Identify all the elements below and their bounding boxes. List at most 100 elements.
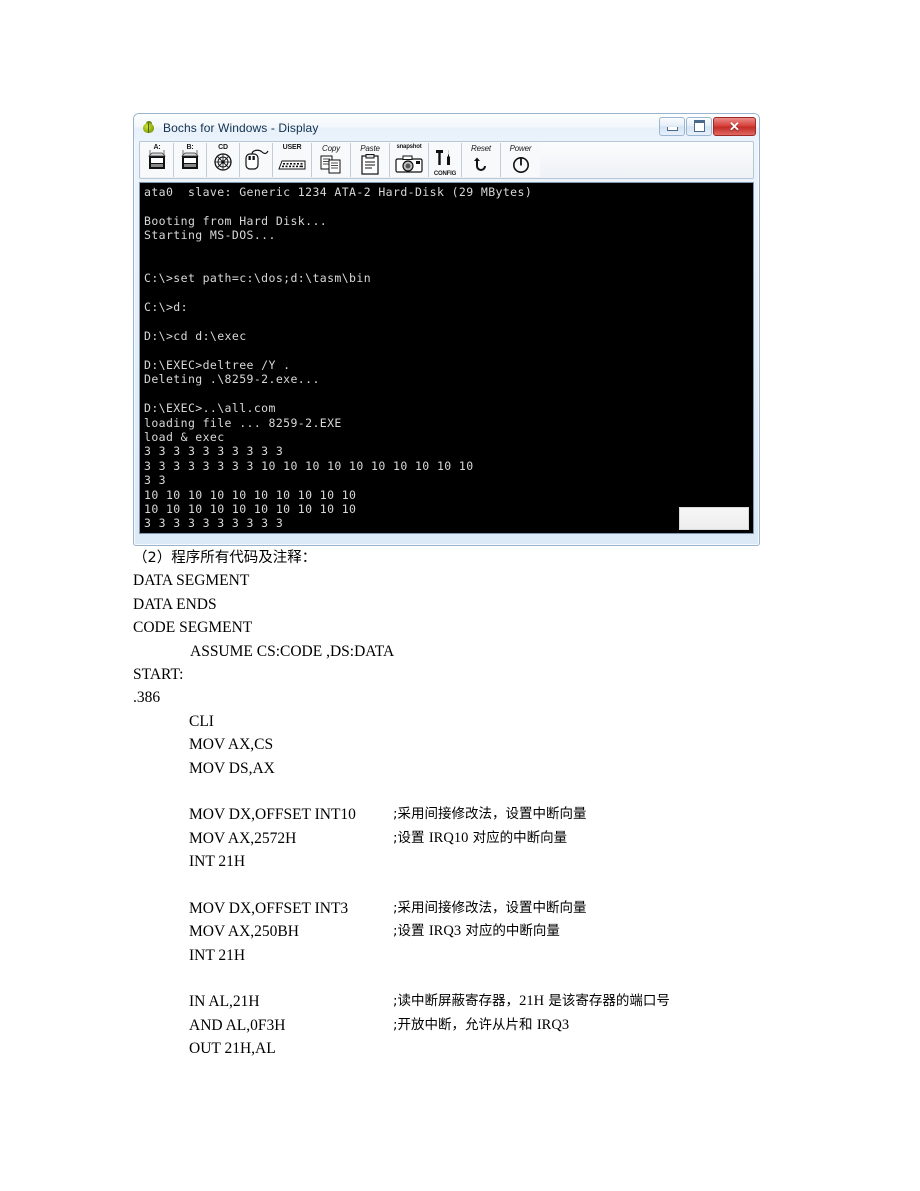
- terminal-line: D:\EXEC>deltree /Y .: [144, 357, 291, 372]
- reset-arrow-icon: [472, 157, 490, 173]
- document-line: INT 21H: [0, 944, 920, 967]
- document-line-text: START:: [133, 665, 184, 683]
- bochs-toolbar[interactable]: A: B: CD USER Copy Paste snapshot CONFIG…: [139, 141, 754, 179]
- document-line-text: OUT 21H,AL: [189, 1040, 276, 1058]
- tools-icon: [434, 148, 456, 170]
- document-line-text: MOV AX,2572H: [189, 829, 297, 847]
- document-line: MOV DX,OFFSET INT3 ;采用间接修改法，设置中断向量: [0, 897, 920, 920]
- copy-button[interactable]: Copy: [312, 143, 351, 177]
- minimize-button[interactable]: [659, 116, 685, 136]
- document-line: INT 21H: [0, 850, 920, 873]
- terminal-line: Starting MS-DOS...: [144, 228, 276, 243]
- page-canvas: Bochs for Windows - Display ✕ A: B: CD U…: [0, 0, 920, 1191]
- terminal-line: C:\>d:: [144, 300, 188, 315]
- bochs-display-window[interactable]: Bochs for Windows - Display ✕ A: B: CD U…: [133, 113, 760, 546]
- document-line-text: MOV DS,AX: [189, 759, 275, 777]
- document-line-text: IN AL,21H: [189, 993, 260, 1011]
- mouse-icon: [243, 148, 269, 172]
- power-icon: [512, 156, 530, 174]
- document-line: START:: [0, 663, 920, 686]
- config-button[interactable]: CONFIG: [429, 143, 462, 177]
- reset-label: Reset: [471, 144, 491, 153]
- window-controls[interactable]: ✕: [658, 116, 756, 136]
- document-line-text: CODE SEGMENT: [133, 619, 253, 637]
- code-comment: ;采用间接修改法，设置中断向量: [393, 899, 587, 916]
- window-titlebar[interactable]: Bochs for Windows - Display ✕: [134, 114, 759, 141]
- floppy-drive-icon: [147, 149, 167, 171]
- document-line-text: DATA ENDS: [133, 595, 217, 613]
- close-button[interactable]: ✕: [713, 116, 756, 136]
- clipboard-icon: [360, 153, 380, 175]
- document-line-text: MOV DX,OFFSET INT10: [189, 806, 356, 824]
- terminal-line: loading file ... 8259-2.EXE: [144, 415, 342, 430]
- code-comment: ;开放中断，允许从片和 IRQ3: [393, 1016, 570, 1033]
- document-line: MOV AX,2572H ;设置 IRQ10 对应的中断向量: [0, 827, 920, 850]
- document-line-text: INT 21H: [189, 946, 246, 964]
- power-button[interactable]: Power: [501, 143, 540, 177]
- config-label: CONFIG: [433, 171, 457, 177]
- reset-button[interactable]: Reset: [462, 143, 501, 177]
- document-line-text: CLI: [189, 712, 214, 730]
- terminal-line: load & exec: [144, 429, 225, 444]
- terminal-line: Booting from Hard Disk...: [144, 213, 328, 228]
- document-line: OUT 21H,AL: [0, 1037, 920, 1060]
- vga-screen[interactable]: ata0 slave: Generic 1234 ATA-2 Hard-Disk…: [139, 182, 754, 534]
- keyboard-icon: [277, 158, 307, 171]
- paste-label: Paste: [360, 144, 380, 153]
- document-line-text: MOV AX,CS: [189, 736, 274, 754]
- cdrom-label: CD: [218, 144, 228, 151]
- floppy-b-button[interactable]: B:: [174, 143, 207, 177]
- document-line-text: MOV AX,250BH: [189, 923, 299, 941]
- bochs-bug-logo-icon: [141, 120, 156, 135]
- document-line-text: （2）程序所有代码及注释：: [133, 550, 317, 566]
- cdrom-button[interactable]: CD: [207, 143, 240, 177]
- document-line: MOV DX,OFFSET INT10 ;采用间接修改法，设置中断向量: [0, 803, 920, 826]
- floppy-a-button[interactable]: A:: [141, 143, 174, 177]
- document-line: ASSUME CS:CODE ,DS:DATA: [0, 640, 920, 663]
- document-line: DATA SEGMENT: [0, 569, 920, 592]
- floppy-drive-icon: [180, 149, 200, 171]
- snapshot-button[interactable]: snapshot: [390, 143, 429, 177]
- floppy-a-label: A:: [153, 144, 161, 151]
- document-line: AND AL,0F3H ;开放中断，允许从片和 IRQ3: [0, 1014, 920, 1037]
- snapshot-label: snapshot: [396, 144, 422, 150]
- screen-artifact-patch: [679, 507, 749, 530]
- document-line: （2）程序所有代码及注释：: [0, 546, 920, 569]
- document-line-text: .386: [133, 689, 161, 707]
- document-line-text: MOV DX,OFFSET INT3: [189, 899, 349, 917]
- user-label: USER: [282, 144, 302, 151]
- document-line: CODE SEGMENT: [0, 616, 920, 639]
- document-line-text: AND AL,0F3H: [189, 1016, 286, 1034]
- document-line-text: INT 21H: [189, 853, 246, 871]
- terminal-line: ata0 slave: Generic 1234 ATA-2 Hard-Disk…: [144, 185, 533, 199]
- terminal-line: C:\>set path=c:\dos;d:\tasm\bin: [144, 271, 372, 286]
- copy-icon: [319, 154, 343, 174]
- document-line: DATA ENDS: [0, 593, 920, 616]
- terminal-line: 10 10 10 10 10 10 10 10 10 10: [144, 487, 357, 502]
- paste-button[interactable]: Paste: [351, 143, 390, 177]
- floppy-b-label: B:: [186, 144, 194, 151]
- maximize-button[interactable]: [686, 116, 712, 136]
- code-comment: ;设置 IRQ10 对应的中断向量: [393, 829, 568, 846]
- terminal-line: D:\>cd d:\exec: [144, 329, 247, 344]
- code-comment: ;采用间接修改法，设置中断向量: [393, 806, 587, 823]
- copy-label: Copy: [322, 144, 340, 153]
- document-line: MOV AX,CS: [0, 733, 920, 756]
- document-line: .386: [0, 686, 920, 709]
- window-title: Bochs for Windows - Display: [163, 120, 319, 135]
- user-button[interactable]: USER: [273, 143, 312, 177]
- mouse-button[interactable]: [240, 143, 273, 177]
- document-line: MOV DS,AX: [0, 757, 920, 780]
- camera-icon: [395, 155, 423, 173]
- power-label: Power: [509, 144, 532, 153]
- terminal-line: 3 3 3 3 3 3 3 3 3 3: [144, 516, 284, 531]
